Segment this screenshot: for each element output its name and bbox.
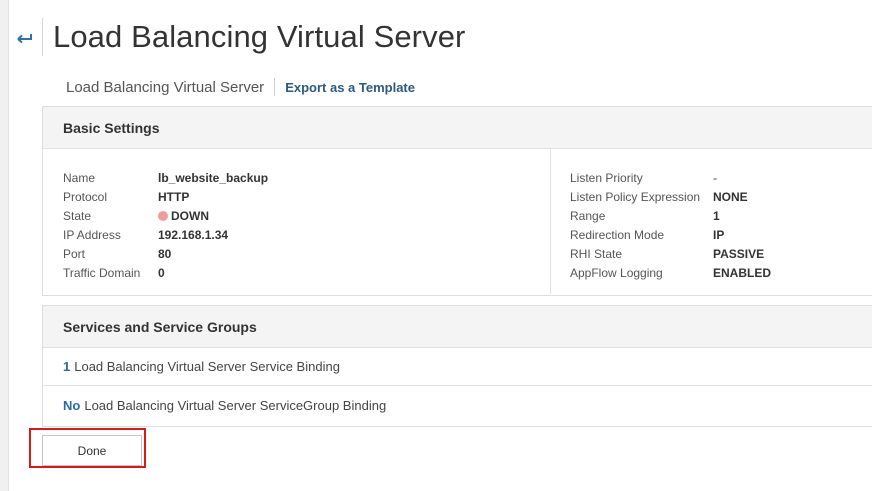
setting-row-protocol: Protocol HTTP — [63, 187, 268, 206]
servicegroup-binding-label: Load Balancing Virtual Server ServiceGro… — [84, 397, 387, 413]
setting-row-listen-policy-expression: Listen Policy Expression NONE — [570, 187, 771, 206]
subnav-title: Load Balancing Virtual Server — [66, 78, 265, 96]
setting-row-listen-priority: Listen Priority - — [570, 168, 771, 187]
setting-label: Name — [63, 170, 96, 185]
setting-row-traffic-domain: Traffic Domain 0 — [63, 263, 268, 282]
setting-value: ENABLED — [713, 265, 772, 280]
setting-label: AppFlow Logging — [570, 265, 663, 280]
setting-value: 80 — [158, 246, 172, 261]
setting-label: Range — [570, 208, 606, 223]
basic-settings-panel: Basic Settings Name lb_website_backup Pr… — [42, 106, 872, 296]
setting-label: Listen Priority — [570, 170, 643, 185]
setting-row-appflow-logging: AppFlow Logging ENABLED — [570, 263, 771, 282]
services-panel: Services and Service Groups 1 Load Balan… — [42, 305, 872, 427]
back-arrow-icon[interactable] — [14, 25, 36, 51]
setting-value: 192.168.1.34 — [158, 227, 229, 242]
setting-label: IP Address — [63, 227, 121, 242]
subnav-divider — [274, 78, 276, 96]
basic-settings-body: Name lb_website_backup Protocol HTTP Sta… — [43, 149, 872, 294]
setting-value: 1 — [713, 208, 720, 223]
setting-value: 0 — [158, 265, 165, 280]
setting-row-rhi-state: RHI State PASSIVE — [570, 244, 771, 263]
setting-value: IP — [713, 227, 725, 242]
setting-label: Redirection Mode — [570, 227, 665, 242]
basic-settings-right-column: Listen Priority - Listen Policy Expressi… — [570, 168, 771, 282]
state-value: DOWN — [158, 209, 209, 223]
status-dot-icon — [158, 210, 168, 221]
servicegroup-binding-row[interactable]: No Load Balancing Virtual Server Service… — [43, 386, 872, 424]
setting-label: State — [63, 208, 92, 223]
setting-row-port: Port 80 — [63, 244, 268, 263]
state-text: DOWN — [171, 208, 209, 223]
service-binding-count[interactable]: 1 — [63, 359, 70, 374]
basic-settings-left-column: Name lb_website_backup Protocol HTTP Sta… — [63, 168, 268, 282]
left-rail — [0, 0, 9, 491]
setting-label: Listen Policy Expression — [570, 189, 701, 204]
setting-row-ip-address: IP Address 192.168.1.34 — [63, 225, 268, 244]
column-divider — [550, 149, 551, 294]
setting-value: - — [713, 170, 717, 185]
setting-label: RHI State — [570, 246, 623, 261]
setting-row-range: Range 1 — [570, 206, 771, 225]
basic-settings-heading[interactable]: Basic Settings — [43, 107, 872, 149]
setting-row-name: Name lb_website_backup — [63, 168, 268, 187]
title-divider — [42, 18, 43, 56]
setting-row-redirection-mode: Redirection Mode IP — [570, 225, 771, 244]
page-title: Load Balancing Virtual Server — [53, 19, 466, 54]
setting-value: HTTP — [158, 189, 190, 204]
setting-label: Port — [63, 246, 86, 261]
export-template-link[interactable]: Export as a Template — [285, 80, 415, 95]
service-binding-label: Load Balancing Virtual Server Service Bi… — [74, 359, 340, 374]
breadcrumb: Load Balancing Virtual Server Export as … — [66, 77, 415, 97]
setting-value: PASSIVE — [713, 246, 765, 261]
done-button[interactable]: Done — [42, 435, 142, 466]
setting-value: NONE — [713, 189, 748, 204]
page: Load Balancing Virtual Server Load Balan… — [0, 0, 872, 491]
service-binding-row[interactable]: 1 Load Balancing Virtual Server Service … — [43, 348, 872, 386]
setting-label: Protocol — [63, 189, 108, 204]
services-heading[interactable]: Services and Service Groups — [43, 306, 872, 348]
setting-row-state: State DOWN — [63, 206, 268, 225]
setting-label: Traffic Domain — [63, 265, 141, 280]
setting-value: lb_website_backup — [158, 170, 269, 185]
servicegroup-binding-count[interactable]: No — [63, 398, 80, 413]
